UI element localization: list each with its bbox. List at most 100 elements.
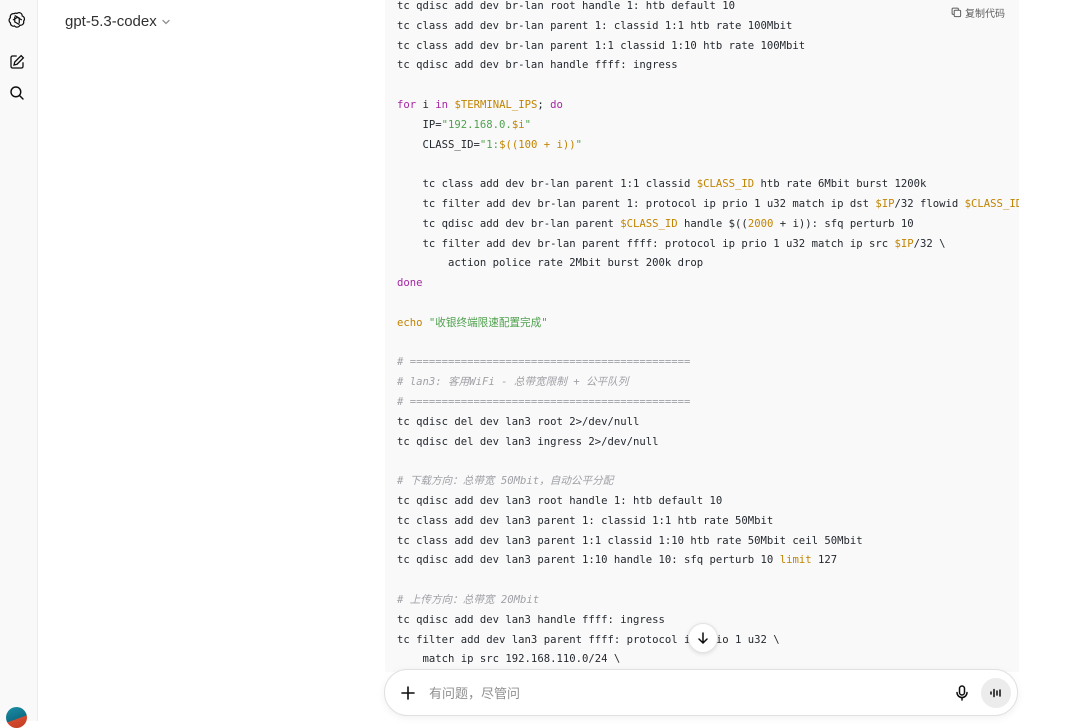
- code-line: done: [397, 274, 1019, 294]
- chevron-down-icon: [162, 19, 170, 24]
- code-block: tc qdisc add dev br-lan root handle 1: h…: [385, 0, 1019, 672]
- code-token: tc qdisc add dev br-lan parent: [397, 217, 621, 230]
- message-composer: [384, 669, 1018, 716]
- voice-mode-button[interactable]: [981, 678, 1011, 708]
- code-token: $CLASS_ID: [696, 178, 755, 191]
- avatar[interactable]: [6, 707, 27, 728]
- code-token: tc qdisc add dev lan3 handle ffff: ingre…: [397, 613, 665, 626]
- code-token: IP=: [397, 118, 442, 131]
- code-token: tc class add dev br-lan parent 1: classi…: [397, 19, 793, 32]
- code-token: tc class add dev br-lan parent 1:1 class…: [397, 39, 806, 52]
- openai-logo-icon[interactable]: [8, 11, 26, 29]
- code-line: tc qdisc add dev lan3 root handle 1: htb…: [397, 492, 1019, 512]
- code-token: 127: [811, 554, 838, 567]
- code-line: tc qdisc add dev br-lan parent $CLASS_ID…: [397, 215, 1019, 235]
- code-line: CLASS_ID="1:$((100 + i))": [397, 136, 1019, 156]
- code-token: tc qdisc del dev lan3 root 2>/dev/null: [397, 415, 640, 428]
- code-token: tc qdisc add dev lan3 parent 1:10 handle…: [397, 554, 780, 567]
- scroll-to-bottom-button[interactable]: [688, 623, 718, 653]
- code-token: $CLASS_ID: [964, 197, 1019, 210]
- code-token: CLASS_ID=: [397, 138, 480, 151]
- plus-icon[interactable]: [399, 684, 417, 702]
- code-line: tc qdisc add dev br-lan handle ffff: ing…: [397, 56, 1019, 76]
- code-token: tc class add dev br-lan parent 1:1 class…: [397, 178, 697, 191]
- message-input[interactable]: [429, 682, 909, 704]
- code-token: match ip src 192.168.110.0/24 \: [397, 653, 621, 666]
- code-token: do: [550, 98, 563, 111]
- code-line: # ======================================…: [397, 393, 1019, 413]
- sidebar-rail: [0, 0, 38, 728]
- code-token: $IP: [875, 197, 895, 210]
- code-token: $((100 + i)): [499, 138, 576, 151]
- code-line: match ip src 192.168.110.0/24 \: [397, 650, 1019, 670]
- code-line: IP="192.168.0.$i": [397, 116, 1019, 136]
- search-icon[interactable]: [8, 84, 26, 102]
- code-line: tc class add dev br-lan parent 1:1 class…: [397, 175, 1019, 195]
- code-token: # 上传方向：总带宽 20Mbit: [397, 593, 540, 606]
- code-token: ;: [537, 98, 551, 111]
- code-token: tc class add dev lan3 parent 1: classid …: [397, 514, 774, 527]
- copy-code-label: 复制代码: [965, 9, 1005, 20]
- code-token: $TERMINAL_IPS: [454, 98, 538, 111]
- code-token: $i: [511, 118, 525, 131]
- code-token: # 下载方向：总带宽 50Mbit，自动公平分配: [397, 475, 614, 488]
- code-token: tc filter add dev lan3 parent ffff: prot…: [397, 633, 780, 646]
- code-line: action police rate 2Mbit burst 200k drop: [397, 254, 1019, 274]
- code-token: + i)): sfq perturb 10: [773, 217, 914, 230]
- code-token: ": [524, 118, 531, 131]
- model-selector[interactable]: gpt-5.3-codex: [65, 11, 171, 31]
- code-line: tc class add dev lan3 parent 1:1 classid…: [397, 532, 1019, 552]
- code-token: i: [416, 98, 436, 111]
- code-line: # 上传方向：总带宽 20Mbit: [397, 591, 1019, 611]
- code-line: tc qdisc add dev br-lan root handle 1: h…: [397, 0, 1019, 17]
- code-line: # ======================================…: [397, 353, 1019, 373]
- code-line: # lan3: 客用WiFi - 总带宽限制 + 公平队列: [397, 373, 1019, 393]
- code-line: tc class add dev br-lan parent 1:1 class…: [397, 37, 1019, 57]
- code-token: # ======================================…: [397, 356, 691, 369]
- microphone-icon[interactable]: [953, 684, 971, 702]
- code-token: tc class add dev lan3 parent 1:1 classid…: [397, 534, 863, 547]
- code-token: "1:: [479, 138, 500, 151]
- code-token: tc qdisc add dev br-lan handle ffff: ing…: [397, 59, 678, 72]
- code-token: tc qdisc del dev lan3 ingress 2>/dev/nul…: [397, 435, 659, 448]
- code-token: tc qdisc add dev br-lan root handle 1: h…: [397, 0, 736, 12]
- code-token: echo: [397, 316, 423, 329]
- code-line: tc class add dev br-lan parent 1: classi…: [397, 17, 1019, 37]
- copy-code-button[interactable]: 复制代码: [951, 5, 1005, 20]
- code-token: "收银终端限速配置完成": [428, 316, 548, 329]
- code-line: tc filter add dev br-lan parent 1: proto…: [397, 195, 1020, 215]
- code-token: for: [397, 98, 417, 111]
- code-token: tc qdisc add dev lan3 root handle 1: htb…: [397, 494, 723, 507]
- code-token: /32 flowid: [894, 197, 965, 210]
- copy-icon: [951, 7, 962, 18]
- code-token: in: [435, 98, 449, 111]
- code-line: tc qdisc add dev lan3 parent 1:10 handle…: [397, 551, 1019, 571]
- code-token: handle $((: [677, 217, 748, 230]
- code-token: tc filter add dev br-lan parent ffff: pr…: [397, 237, 895, 250]
- code-line: tc class add dev lan3 parent 1: classid …: [397, 512, 1019, 532]
- code-content: tc qdisc add dev br-lan root handle 1: h…: [397, 0, 1019, 670]
- code-token: # ======================================…: [397, 395, 691, 408]
- code-token: done: [397, 277, 423, 290]
- code-token: # lan3: 客用WiFi - 总带宽限制 + 公平队列: [397, 376, 629, 389]
- code-token: 2000: [747, 217, 774, 230]
- code-token: action police rate 2Mbit burst 200k drop: [397, 257, 704, 270]
- code-token: ": [575, 138, 582, 151]
- code-token: htb rate 6Mbit burst 1200k: [754, 178, 927, 191]
- code-token: $IP: [894, 237, 914, 250]
- code-token: /32 \: [913, 237, 946, 250]
- code-token: $CLASS_ID: [620, 217, 678, 230]
- code-line: tc qdisc del dev lan3 root 2>/dev/null: [397, 413, 1019, 433]
- code-line: tc filter add dev br-lan parent ffff: pr…: [397, 235, 1019, 255]
- code-line: for i in $TERMINAL_IPS; do: [397, 96, 1019, 116]
- new-chat-icon[interactable]: [8, 53, 26, 71]
- code-token: "192.168.0.: [441, 118, 512, 131]
- model-name: gpt-5.3-codex: [65, 12, 157, 30]
- waveform-icon: [990, 688, 1001, 698]
